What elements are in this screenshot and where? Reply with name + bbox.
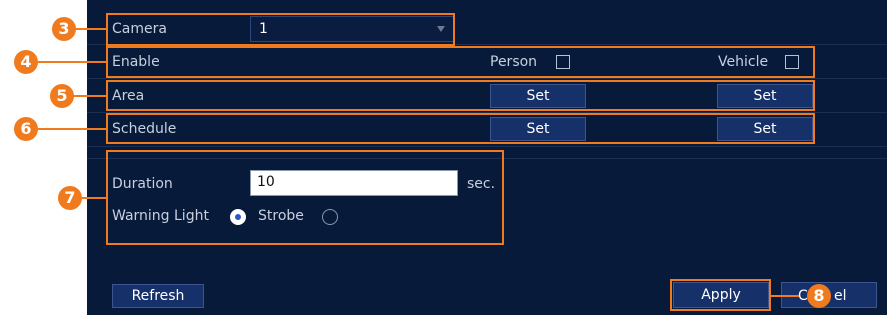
callout-connector: [38, 61, 108, 63]
highlight-duration-warning: [106, 150, 504, 245]
callout-badge-6: 6: [14, 117, 38, 141]
highlight-enable: [106, 46, 815, 78]
callout-badge-8: 8: [807, 284, 831, 308]
callout-connector: [769, 295, 799, 297]
highlight-schedule: [106, 113, 815, 144]
row-divider: [87, 78, 887, 79]
callout-connector: [72, 28, 108, 30]
cancel-label-end: el: [834, 288, 847, 304]
callout-badge-7: 7: [58, 186, 82, 210]
highlight-area: [106, 80, 815, 111]
row-divider: [87, 146, 887, 147]
highlight-apply: [670, 279, 771, 311]
callout-connector: [80, 197, 108, 199]
callout-badge-4: 4: [14, 50, 38, 74]
callout-badge-3: 3: [52, 17, 76, 41]
callout-badge-5: 5: [50, 84, 74, 108]
callout-connector: [38, 128, 108, 130]
callout-connector: [72, 95, 108, 97]
highlight-camera: [106, 13, 455, 46]
refresh-button[interactable]: Refresh: [112, 284, 204, 308]
